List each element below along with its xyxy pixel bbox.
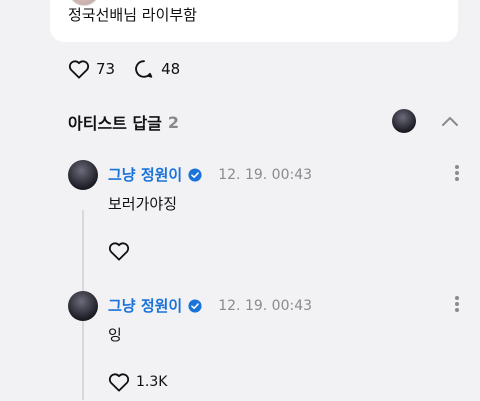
more-options-icon[interactable] — [454, 295, 460, 313]
artist-avatar — [392, 109, 416, 133]
post-card: 정국선배님 라이부함 — [50, 0, 458, 42]
reply-like-button[interactable] — [108, 241, 136, 261]
verified-badge-icon — [188, 167, 202, 182]
comment-bubble-icon — [135, 60, 153, 78]
heart-icon — [68, 60, 90, 79]
artist-replies-title: 아티스트 답글 — [68, 114, 162, 133]
chevron-up-icon[interactable] — [440, 112, 460, 132]
reply-header: 그냥 정원이 12. 19. 00:43 — [108, 164, 312, 185]
reply-text: 잉 — [108, 326, 122, 344]
artist-replies-count: 2 — [167, 112, 180, 132]
reply-text: 보러가야징 — [108, 195, 178, 213]
reply-avatar[interactable] — [68, 291, 98, 321]
artist-replies-header: 아티스트 답글 2 — [68, 109, 460, 134]
reply-avatar[interactable] — [68, 160, 98, 190]
reply-header: 그냥 정원이 12. 19. 00:43 — [108, 295, 312, 316]
heart-icon — [108, 242, 130, 261]
reply-author-name[interactable]: 그냥 정원이 — [108, 164, 182, 185]
reply-timestamp: 12. 19. 00:43 — [218, 166, 313, 183]
reply-author-name[interactable]: 그냥 정원이 — [108, 295, 182, 316]
reply-item: 그냥 정원이 12. 19. 00:43 잉 1.3K — [68, 291, 460, 401]
comment-button[interactable]: 48 — [133, 58, 180, 80]
post-stats: 73 48 — [68, 58, 180, 80]
post-text: 정국선배님 라이부함 — [68, 6, 197, 24]
more-options-icon[interactable] — [454, 164, 460, 182]
verified-badge-icon — [188, 298, 202, 313]
like-count: 73 — [96, 60, 116, 78]
reply-like-count: 1.3K — [136, 374, 168, 390]
like-button[interactable]: 73 — [68, 59, 115, 79]
reply-timestamp: 12. 19. 00:43 — [218, 297, 313, 314]
reply-like-button[interactable]: 1.3K — [108, 372, 167, 392]
comment-count: 48 — [161, 60, 181, 78]
heart-icon — [108, 373, 130, 392]
reply-item: 그냥 정원이 12. 19. 00:43 보러가야징 — [68, 160, 460, 270]
